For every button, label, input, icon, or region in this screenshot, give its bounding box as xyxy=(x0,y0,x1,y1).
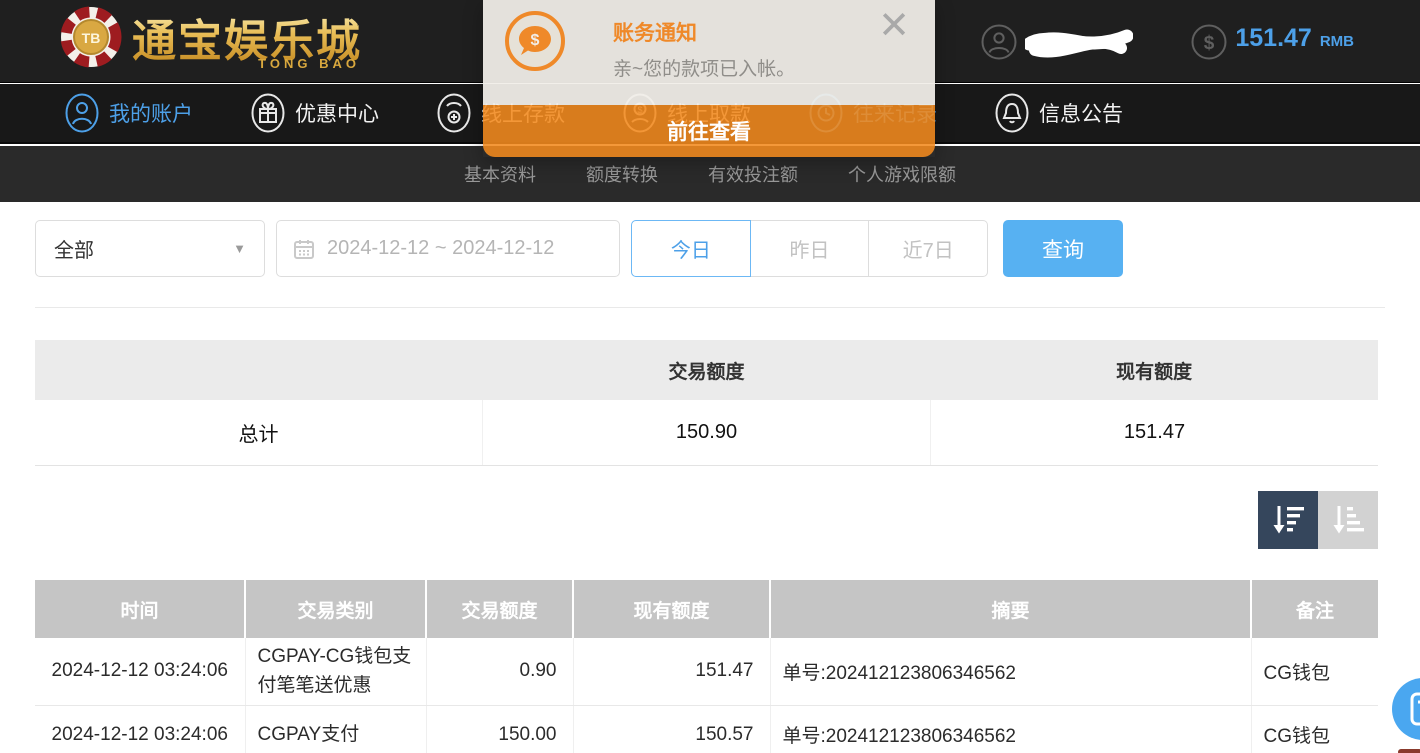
subnav-item-credit-transfer[interactable]: 额度转换 xyxy=(586,161,658,187)
casino-chip-icon: TB xyxy=(58,4,124,70)
col-summary: 摘要 xyxy=(770,580,1251,638)
cell-summary: 单号:202412123806346562 xyxy=(770,638,1251,705)
chevron-down-icon: ▼ xyxy=(233,241,246,256)
brand-subtitle: TONG BAO xyxy=(258,56,360,71)
quick-date-buttons: 今日 昨日 近7日 xyxy=(631,220,988,277)
cell-type: CGPAY支付 xyxy=(245,705,426,753)
chat-device-icon xyxy=(1410,692,1420,726)
col-type: 交易类别 xyxy=(245,580,426,638)
username-redacted: •••••••• xyxy=(1025,24,1133,60)
notice-message: 亲~您的款项已入帐。 xyxy=(613,54,795,81)
sort-ascending-icon xyxy=(1331,504,1365,536)
summary-balance: 151.47 xyxy=(931,400,1378,465)
balance-currency: RMB xyxy=(1320,33,1354,50)
close-icon[interactable]: ✕ xyxy=(873,6,915,48)
svg-text:$: $ xyxy=(531,32,540,49)
cell-time: 2024-12-12 03:24:06 xyxy=(35,705,245,753)
subnav-item-game-limits[interactable]: 个人游戏限额 xyxy=(848,161,956,187)
wallet-balance[interactable]: $ 151.47 RMB xyxy=(1191,24,1354,60)
summary-total-row: 总计 150.90 151.47 xyxy=(35,400,1378,466)
summary-header-empty xyxy=(35,340,483,400)
nav-item-my-account[interactable]: 我的账户 xyxy=(64,93,193,133)
cell-time: 2024-12-12 03:24:06 xyxy=(35,638,245,705)
calendar-icon xyxy=(293,238,315,260)
table-row: 2024-12-12 03:24:06 CGPAY支付 150.00 150.5… xyxy=(35,705,1378,753)
cell-amount: 0.90 xyxy=(426,638,573,705)
svg-text:TB: TB xyxy=(82,30,101,46)
sort-ascending-button[interactable] xyxy=(1318,491,1378,549)
today-button[interactable]: 今日 xyxy=(631,220,751,277)
summary-table: 交易额度 现有额度 总计 150.90 151.47 xyxy=(35,340,1378,466)
balance-amount: 151.47 xyxy=(1235,24,1311,53)
cell-note: CG钱包 xyxy=(1251,638,1378,705)
cell-balance: 151.47 xyxy=(573,638,770,705)
hidden-corner-widget xyxy=(1398,749,1420,753)
sort-descending-button[interactable] xyxy=(1258,491,1318,549)
nav-item-announcements[interactable]: 信息公告 xyxy=(994,93,1123,133)
user-icon xyxy=(64,93,100,133)
col-amount: 交易额度 xyxy=(426,580,573,638)
summary-header-balance: 现有额度 xyxy=(930,340,1378,400)
col-note: 备注 xyxy=(1251,580,1378,638)
go-view-button[interactable]: 前往查看 xyxy=(483,105,935,157)
bell-icon xyxy=(994,93,1030,133)
subnav-item-basic-info[interactable]: 基本资料 xyxy=(464,161,536,187)
cell-amount: 150.00 xyxy=(426,705,573,753)
summary-header-trade-amount: 交易额度 xyxy=(483,340,931,400)
cell-type: CGPAY-CG钱包支付笔笔送优惠 xyxy=(245,638,426,705)
sort-descending-icon xyxy=(1271,504,1305,536)
transaction-type-select[interactable]: 全部 ▼ xyxy=(35,220,265,277)
summary-trade-amount: 150.90 xyxy=(483,400,931,465)
filter-toolbar: 全部 ▼ 2024-12-12 ~ 2024-12-12 今日 昨日 近7日 查… xyxy=(0,220,1420,277)
summary-total-label: 总计 xyxy=(35,400,483,465)
user-account[interactable]: •••••••• xyxy=(981,24,1133,60)
dollar-icon: $ xyxy=(1191,24,1227,60)
user-icon xyxy=(981,24,1017,60)
divider xyxy=(35,307,1385,308)
cell-balance: 150.57 xyxy=(573,705,770,753)
deposit-icon xyxy=(436,93,472,133)
nav-item-promotions[interactable]: 优惠中心 xyxy=(250,93,379,133)
table-row: 2024-12-12 03:24:06 CGPAY-CG钱包支付笔笔送优惠 0.… xyxy=(35,638,1378,705)
last7days-button[interactable]: 近7日 xyxy=(869,220,988,277)
money-message-icon: $ xyxy=(505,11,565,71)
transactions-header-row: 时间 交易类别 交易额度 现有额度 摘要 备注 xyxy=(35,580,1378,638)
customer-service-button[interactable] xyxy=(1392,678,1420,740)
account-notice-popup: $ 账务通知 亲~您的款项已入帐。 ✕ 前往查看 xyxy=(483,0,935,157)
subnav-item-valid-bets[interactable]: 有效投注额 xyxy=(708,161,798,187)
brand-logo[interactable]: TB 通宝娱乐城 TONG BAO xyxy=(58,4,362,70)
col-balance: 现有额度 xyxy=(573,580,770,638)
notice-title: 账务通知 xyxy=(613,17,697,47)
page: TB 通宝娱乐城 TONG BAO •••••••• xyxy=(0,0,1420,753)
yesterday-button[interactable]: 昨日 xyxy=(751,220,870,277)
date-range-input[interactable]: 2024-12-12 ~ 2024-12-12 xyxy=(276,220,620,277)
cell-summary: 单号:202412123806346562 xyxy=(770,705,1251,753)
cell-note: CG钱包 xyxy=(1251,705,1378,753)
transactions-table: 时间 交易类别 交易额度 现有额度 摘要 备注 2024-12-12 03:24… xyxy=(35,580,1378,753)
query-button[interactable]: 查询 xyxy=(1003,220,1123,277)
svg-text:$: $ xyxy=(1204,33,1215,54)
gift-icon xyxy=(250,93,286,133)
col-time: 时间 xyxy=(35,580,245,638)
